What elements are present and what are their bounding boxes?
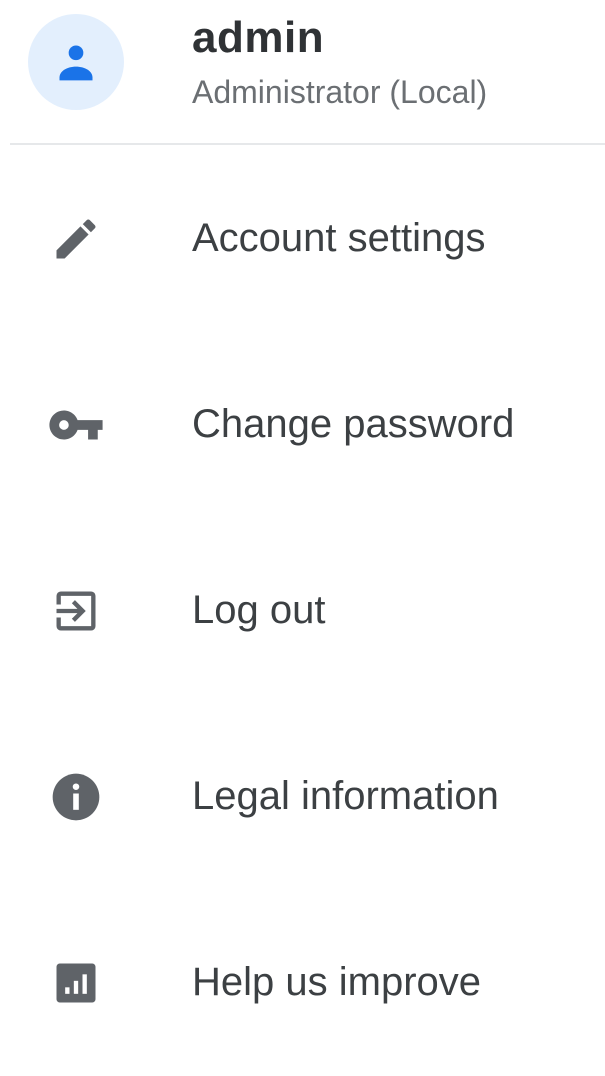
header-divider [10,143,605,145]
user-header: admin Administrator (Local) [0,0,605,144]
menu-item-log-out[interactable]: Log out [0,518,605,704]
menu-list: Account settings Change password Log out [0,146,605,1076]
menu-item-account-settings[interactable]: Account settings [0,146,605,332]
logout-icon [46,581,106,641]
menu-item-label: Help us improve [192,960,482,1005]
menu-item-legal-information[interactable]: Legal information [0,704,605,890]
menu-item-change-password[interactable]: Change password [0,332,605,518]
person-icon [59,45,93,81]
info-icon [46,767,106,827]
user-role: Administrator (Local) [192,74,488,110]
menu-item-label: Change password [192,402,515,447]
avatar [28,14,124,110]
pencil-icon [46,209,106,269]
menu-item-label: Legal information [192,774,499,819]
menu-item-help-us-improve[interactable]: Help us improve [0,890,605,1076]
menu-item-label: Account settings [192,216,486,261]
analytics-icon [46,953,106,1013]
menu-item-label: Log out [192,588,326,633]
user-name: admin [192,13,325,62]
key-icon [46,395,106,455]
account-menu: admin Administrator (Local) Account sett… [0,0,605,1057]
